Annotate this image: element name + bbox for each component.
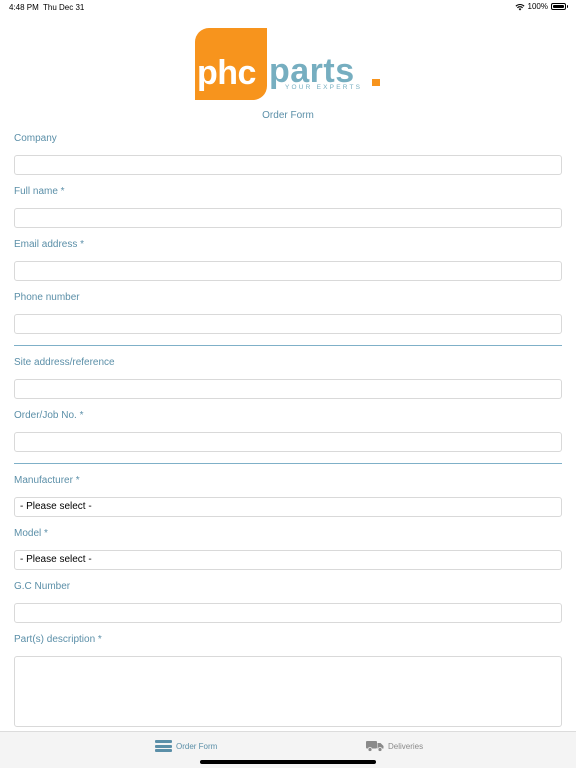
tab-order-form[interactable]: Order Form — [155, 740, 217, 752]
section-divider — [14, 463, 562, 464]
logo-tagline: YOUR EXPERTS — [285, 84, 363, 91]
status-date: Thu Dec 31 — [43, 3, 85, 12]
status-bar: 4:48 PM Thu Dec 31 100% — [0, 0, 576, 14]
tab-deliveries[interactable]: Deliveries — [366, 740, 423, 752]
logo-text-parts: parts — [269, 52, 355, 90]
site-address-field[interactable] — [14, 379, 562, 399]
logo-text-phc: phc — [197, 54, 256, 92]
full-name-field[interactable] — [14, 208, 562, 228]
full-name-label: Full name * — [14, 186, 65, 197]
truck-icon — [366, 741, 384, 752]
battery-percentage: 100% — [527, 2, 548, 11]
model-select[interactable]: - Please select - — [14, 550, 562, 570]
battery-icon — [551, 3, 568, 10]
email-field[interactable] — [14, 261, 562, 281]
manufacturer-label: Manufacturer * — [14, 475, 80, 486]
tab-deliveries-label: Deliveries — [388, 741, 424, 751]
manufacturer-select[interactable]: - Please select - — [14, 497, 562, 517]
parts-description-label: Part(s) description * — [14, 634, 102, 645]
company-field[interactable] — [14, 155, 562, 175]
logo-dot — [372, 79, 380, 86]
email-label: Email address * — [14, 239, 85, 250]
order-job-field[interactable] — [14, 432, 562, 452]
phc-parts-logo: phc parts YOUR EXPERTS — [195, 28, 385, 100]
model-label: Model * — [14, 528, 48, 539]
menu-icon — [155, 740, 172, 752]
order-job-label: Order/Job No. * — [14, 410, 84, 421]
wifi-icon — [515, 3, 525, 10]
parts-description-textarea[interactable] — [14, 656, 562, 727]
site-address-label: Site address/reference — [14, 357, 115, 368]
status-time: 4:48 PM — [9, 3, 39, 12]
phone-field[interactable] — [14, 314, 562, 334]
page-title: Order Form — [262, 110, 314, 121]
status-right: 100% — [515, 2, 568, 11]
gc-number-label: G.C Number — [14, 581, 71, 592]
home-indicator — [200, 760, 376, 764]
gc-number-field[interactable] — [14, 603, 562, 623]
company-label: Company — [14, 133, 57, 144]
phone-label: Phone number — [14, 292, 80, 303]
tab-order-form-label: Order Form — [176, 741, 218, 751]
section-divider — [14, 345, 562, 346]
